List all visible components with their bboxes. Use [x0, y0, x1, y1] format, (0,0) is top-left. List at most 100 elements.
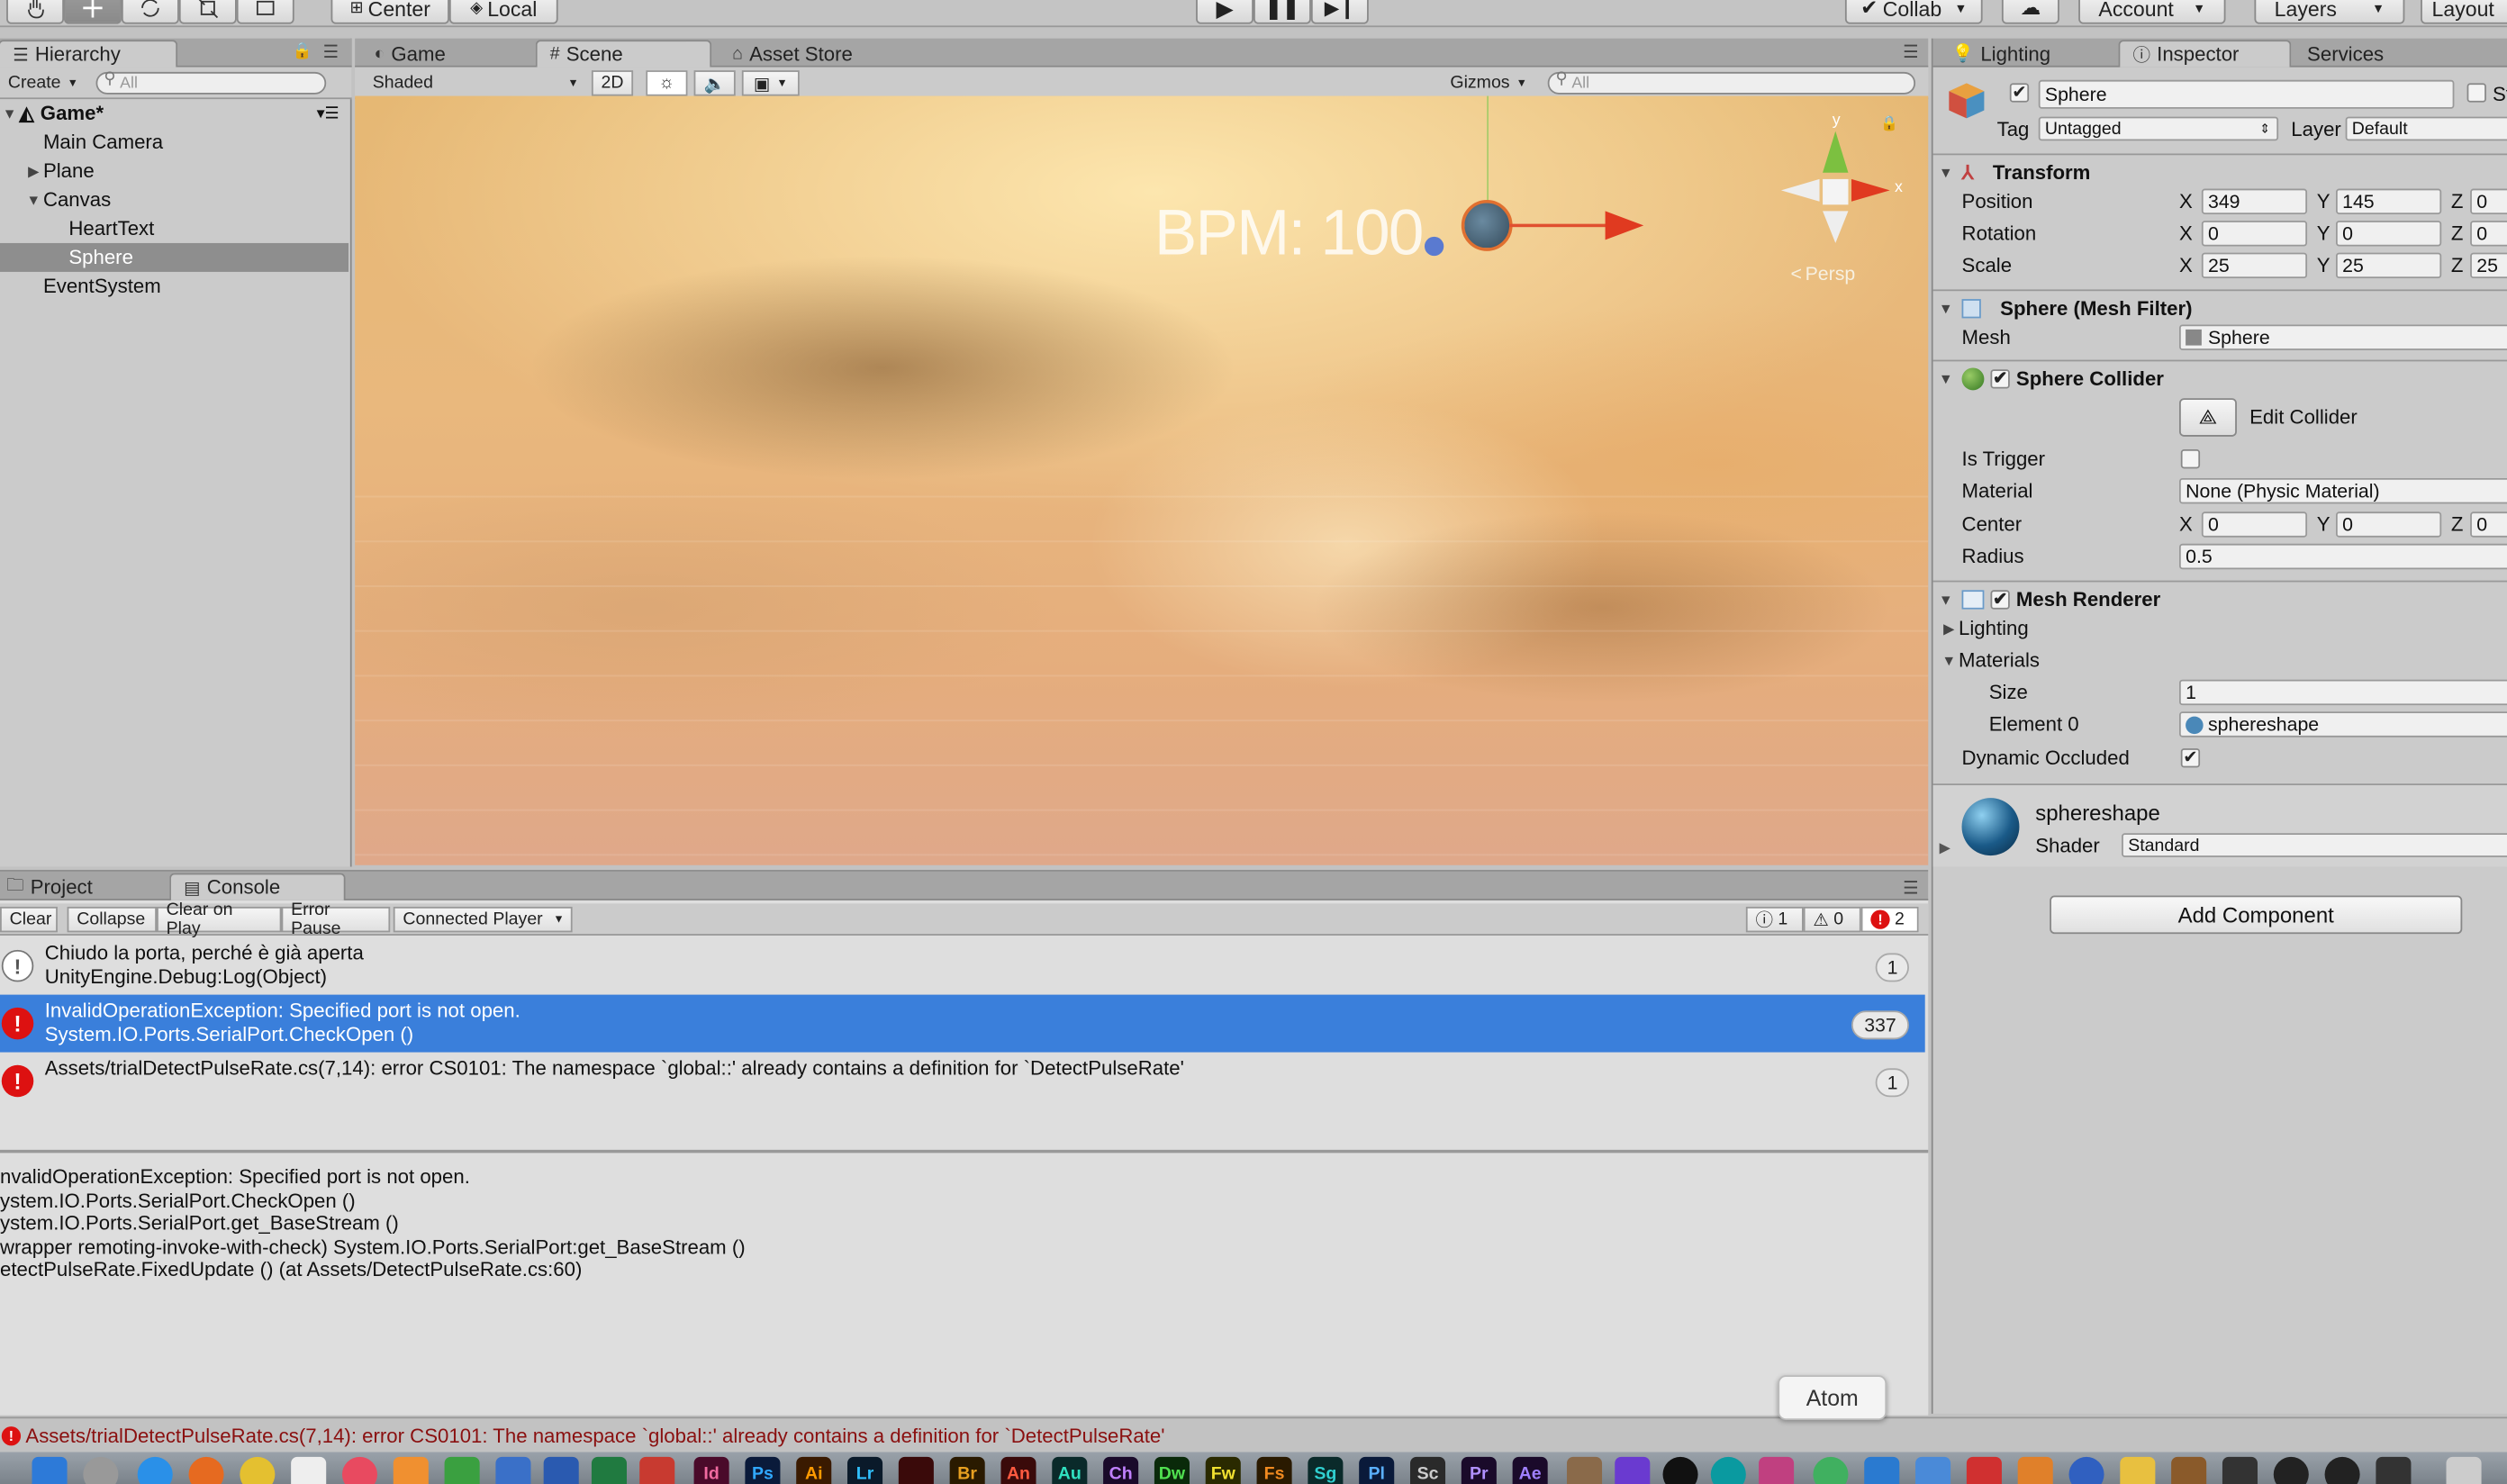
- info-filter-toggle[interactable]: ⓘ 1: [1745, 906, 1804, 933]
- layer-dropdown[interactable]: Default: [2345, 116, 2507, 141]
- lighting-foldout[interactable]: ▶ Lighting: [1933, 612, 2507, 645]
- pivot-center-button[interactable]: ⊞ Center: [330, 0, 449, 24]
- dock-character-animator-icon[interactable]: Ch: [1103, 1456, 1139, 1484]
- element0-material-field[interactable]: sphereshape: [2179, 711, 2507, 737]
- clear-on-play-button[interactable]: Clear on Play: [156, 900, 282, 938]
- expand-arrow-icon[interactable]: ▶: [1940, 620, 1959, 638]
- rotate-tool-button[interactable]: [121, 0, 179, 24]
- dynamic-occluded-checkbox[interactable]: ✔: [2180, 748, 2201, 768]
- dock-app-icon[interactable]: [1915, 1456, 1951, 1484]
- tag-dropdown[interactable]: Untagged ⇕: [2038, 116, 2279, 141]
- 2d-toggle-button[interactable]: 2D: [591, 70, 634, 96]
- scene-view[interactable]: BPM: 100 y x 🔒 < Persp: [355, 95, 1929, 865]
- gizmo-y-cone-icon[interactable]: [1823, 131, 1849, 173]
- error-pause-button[interactable]: Error Pause: [281, 900, 391, 938]
- hierarchy-item-eventsystem[interactable]: EventSystem: [0, 272, 348, 301]
- tab-services[interactable]: Services: [2294, 40, 2439, 67]
- tab-console[interactable]: ▤ Console: [169, 873, 346, 900]
- scale-z-input[interactable]: 25: [2470, 252, 2507, 279]
- materials-foldout[interactable]: ▼ Materials: [1933, 645, 2507, 677]
- sphere-object[interactable]: [1461, 199, 1513, 251]
- tab-project[interactable]: 🗀 Project: [0, 873, 160, 900]
- dock-word-icon[interactable]: [543, 1456, 579, 1484]
- hierarchy-item-plane[interactable]: ▶ Plane: [0, 157, 348, 186]
- transform-header[interactable]: ▼ ⅄ Transform: [1932, 153, 2507, 188]
- panel-menu-icon[interactable]: ☰: [1903, 878, 1919, 899]
- pivot-local-button[interactable]: ◈ Local: [448, 0, 558, 24]
- hierarchy-item-sphere[interactable]: Sphere: [0, 242, 349, 272]
- add-component-button[interactable]: Add Component: [2050, 895, 2463, 935]
- tab-game[interactable]: ◐ Game: [361, 40, 530, 67]
- hierarchy-item-canvas[interactable]: ▼ Canvas: [0, 186, 348, 214]
- tab-scene[interactable]: # Scene: [535, 40, 712, 68]
- dock-launchpad-icon[interactable]: [83, 1456, 119, 1484]
- dock-app-icon[interactable]: [2017, 1456, 2053, 1484]
- x-axis-arrow-icon[interactable]: [1605, 211, 1644, 240]
- dock-powerpoint-icon[interactable]: [639, 1456, 675, 1484]
- dock-isadora-icon[interactable]: [1759, 1456, 1795, 1484]
- expand-arrow-icon[interactable]: ▼: [1940, 653, 1959, 669]
- dock-safari-icon[interactable]: [137, 1456, 173, 1484]
- dock-after-effects-icon[interactable]: Ae: [1512, 1456, 1548, 1484]
- dock-dreamweaver-icon[interactable]: Dw: [1154, 1456, 1190, 1484]
- pause-button[interactable]: ❚❚: [1253, 0, 1311, 24]
- static-checkbox[interactable]: [2466, 83, 2486, 103]
- dock-app-icon[interactable]: [1864, 1456, 1900, 1484]
- orientation-gizmo[interactable]: y x 🔒 < Persp: [1778, 112, 1905, 287]
- rect-tool-button[interactable]: [236, 0, 294, 24]
- gizmo-x-cone-icon[interactable]: [1851, 178, 1890, 202]
- gizmo-center-cube[interactable]: [1823, 178, 1849, 205]
- dock-unity-icon[interactable]: [1662, 1456, 1698, 1484]
- create-dropdown[interactable]: Create ▼: [0, 70, 86, 95]
- dock-arduino-icon[interactable]: [1710, 1456, 1746, 1484]
- dock-chrome-icon[interactable]: [240, 1456, 276, 1484]
- expand-arrow-icon[interactable]: ▼: [24, 192, 43, 208]
- z-axis-handle[interactable]: [1424, 236, 1444, 257]
- tab-asset-store[interactable]: ⌂ Asset Store: [720, 40, 928, 67]
- cloud-button[interactable]: ☁: [2001, 0, 2059, 24]
- expand-arrow-icon[interactable]: ▼: [1936, 300, 1955, 316]
- dock-lightroom-icon[interactable]: Lr: [847, 1456, 883, 1484]
- position-z-input[interactable]: 0: [2470, 188, 2507, 214]
- dock-photoshop-icon[interactable]: Ps: [745, 1456, 781, 1484]
- mesh-object-field[interactable]: Sphere: [2179, 324, 2507, 350]
- account-dropdown[interactable]: Account ▼: [2078, 0, 2226, 24]
- dock-animate-icon[interactable]: An: [1000, 1456, 1036, 1484]
- step-button[interactable]: ▶❙: [1310, 0, 1369, 24]
- dock-app-icon[interactable]: [2171, 1456, 2207, 1484]
- scale-y-input[interactable]: 25: [2336, 252, 2442, 279]
- hand-tool-button[interactable]: [6, 0, 65, 24]
- status-bar[interactable]: ! Assets/trialDetectPulseRate.cs(7,14): …: [0, 1416, 2507, 1452]
- dock-notes-icon[interactable]: [291, 1456, 327, 1484]
- position-y-input[interactable]: 145: [2336, 188, 2442, 214]
- warning-filter-toggle[interactable]: ⚠ 0: [1803, 906, 1861, 933]
- scene-audio-toggle[interactable]: 🔈: [693, 70, 736, 96]
- mesh-renderer-header[interactable]: ▼ ✔ Mesh Renderer: [1932, 580, 2507, 616]
- edit-collider-button[interactable]: ⟁: [2179, 398, 2237, 437]
- center-x-input[interactable]: 0: [2201, 511, 2308, 538]
- hierarchy-search-input[interactable]: All: [95, 70, 327, 95]
- lock-icon[interactable]: 🔒: [293, 43, 312, 61]
- scale-tool-button[interactable]: [178, 0, 237, 24]
- layout-dropdown[interactable]: Layout: [2421, 0, 2507, 24]
- console-entry[interactable]: ! Chiudo la porta, perché è già aperta U…: [0, 937, 1925, 995]
- dock-illustrator-icon[interactable]: Ai: [796, 1456, 832, 1484]
- dock-app-icon[interactable]: [2222, 1456, 2258, 1484]
- dock-fuse-icon[interactable]: Fs: [1256, 1456, 1292, 1484]
- collapse-button[interactable]: Collapse: [67, 906, 157, 933]
- dock-app-icon[interactable]: [2376, 1456, 2412, 1484]
- play-button[interactable]: ▶: [1196, 0, 1254, 24]
- scene-root-row[interactable]: ▼ ◭ Game* ▾☰: [0, 99, 348, 128]
- dock-numbers-icon[interactable]: [444, 1456, 480, 1484]
- gizmos-dropdown[interactable]: Gizmos ▼: [1443, 70, 1535, 95]
- object-name-input[interactable]: Sphere: [2038, 79, 2455, 109]
- dock-indesign-icon[interactable]: Id: [693, 1456, 729, 1484]
- collab-dropdown[interactable]: ✔ Collab ▼: [1844, 0, 1983, 24]
- clear-button[interactable]: Clear: [0, 906, 58, 933]
- dock-app-icon[interactable]: [2068, 1456, 2104, 1484]
- scale-x-input[interactable]: 25: [2201, 252, 2308, 279]
- expand-arrow-icon[interactable]: ▶: [24, 162, 43, 180]
- dock-app-icon[interactable]: [1966, 1456, 2002, 1484]
- dock-app-icon[interactable]: [2120, 1456, 2156, 1484]
- dock-finder-icon[interactable]: [32, 1456, 68, 1484]
